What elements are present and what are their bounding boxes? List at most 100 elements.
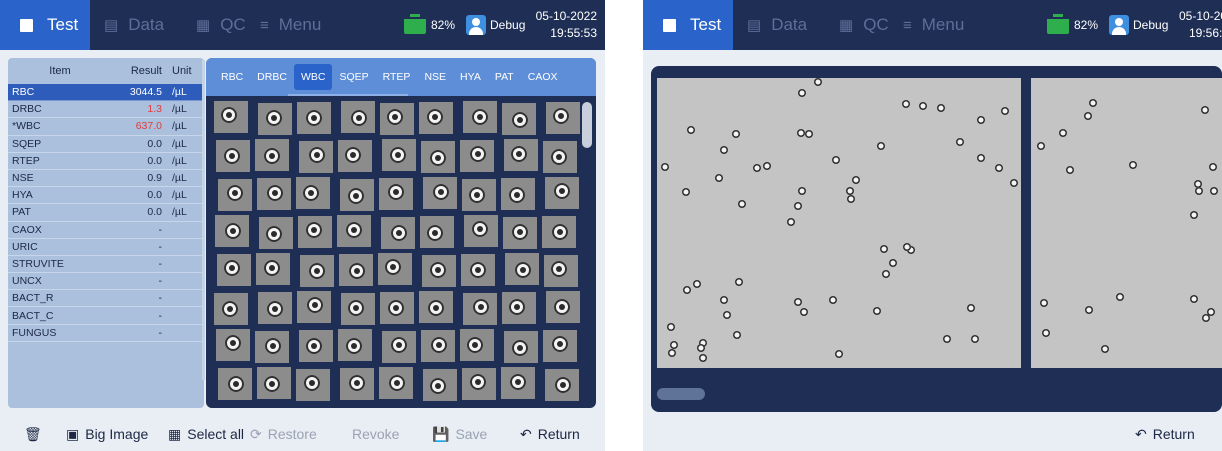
table-row[interactable]: SQEP 0.0/µL [8, 136, 204, 153]
cell-thumbnail[interactable] [504, 331, 538, 363]
cell-thumbnail[interactable] [420, 216, 454, 248]
cell-thumbnail[interactable] [460, 140, 494, 172]
cell-thumbnail[interactable] [255, 331, 289, 363]
cell-thumbnail[interactable] [464, 215, 498, 247]
cell-thumbnail[interactable] [340, 179, 374, 211]
cell-thumbnail[interactable] [419, 291, 453, 323]
cell-thumbnail[interactable] [257, 178, 291, 210]
cell-thumbnail[interactable] [502, 103, 536, 135]
cell-thumbnail[interactable] [258, 103, 292, 135]
cell-thumbnail[interactable] [545, 177, 579, 209]
category-tab-hya[interactable]: HYA [453, 64, 488, 90]
table-row[interactable]: HYA 0.0/µL [8, 187, 204, 205]
cell-thumbnail[interactable] [218, 179, 252, 211]
tab-test[interactable]: Test [643, 0, 733, 50]
tab-data[interactable]: ▤ Data [747, 0, 807, 50]
tab-menu[interactable]: ≡ Menu [903, 0, 964, 50]
cell-thumbnail[interactable] [380, 103, 414, 135]
select-all-button[interactable]: ▦ Select all [168, 426, 244, 443]
cell-thumbnail[interactable] [423, 369, 457, 401]
cell-thumbnail[interactable] [423, 177, 457, 209]
microscope-image[interactable] [1031, 78, 1222, 368]
return-button[interactable]: ↶ Return [1135, 426, 1195, 443]
grid-scrollbar[interactable] [582, 102, 592, 148]
table-row[interactable]: FUNGUS - [8, 325, 204, 342]
cell-thumbnail[interactable] [382, 331, 416, 363]
viewer-scrollbar[interactable] [657, 388, 705, 400]
table-row[interactable]: BACT_R - [8, 290, 204, 308]
cell-thumbnail[interactable] [299, 141, 333, 173]
cell-thumbnail[interactable] [381, 217, 415, 249]
table-row[interactable]: RBC 3044.5/µL [8, 84, 204, 102]
cell-thumbnail[interactable] [503, 217, 537, 249]
cell-thumbnail[interactable] [216, 329, 250, 361]
cell-thumbnail[interactable] [546, 291, 580, 323]
tab-menu[interactable]: ≡ Menu [260, 0, 321, 50]
cell-thumbnail[interactable] [296, 369, 330, 401]
cell-thumbnail[interactable] [379, 367, 413, 399]
table-row[interactable]: *WBC 637.0/µL [8, 118, 204, 136]
cell-thumbnail[interactable] [546, 102, 580, 134]
cell-thumbnail[interactable] [214, 293, 248, 325]
table-row[interactable]: URIC - [8, 239, 204, 256]
category-tab-rbc[interactable]: RBC [214, 64, 250, 90]
table-row[interactable]: PAT 0.0/µL [8, 204, 204, 222]
cell-thumbnail[interactable] [543, 330, 577, 362]
return-button[interactable]: ↶ Return [520, 426, 580, 443]
restore-button[interactable]: ⟳ Restore [250, 426, 317, 443]
table-row[interactable]: NSE 0.9/µL [8, 170, 204, 188]
revoke-button[interactable]: Revoke [352, 426, 399, 442]
table-row[interactable]: DRBC 1.3/µL [8, 101, 204, 119]
cell-thumbnail[interactable] [296, 177, 330, 209]
category-tab-caox[interactable]: CAOX [521, 64, 565, 90]
cell-thumbnail[interactable] [379, 178, 413, 210]
cell-thumbnail[interactable] [421, 141, 455, 173]
cell-thumbnail[interactable] [297, 102, 331, 134]
cell-thumbnail[interactable] [460, 329, 494, 361]
cell-thumbnail[interactable] [214, 101, 248, 133]
cell-thumbnail[interactable] [255, 139, 289, 171]
cell-thumbnail[interactable] [501, 367, 535, 399]
cell-thumbnail[interactable] [504, 139, 538, 171]
cell-thumbnail[interactable] [338, 329, 372, 361]
microscope-image[interactable] [657, 78, 1021, 368]
cell-thumbnail[interactable] [542, 216, 576, 248]
tab-data[interactable]: ▤ Data [104, 0, 164, 50]
cell-thumbnail[interactable] [217, 254, 251, 286]
category-tabs-scrollbar[interactable] [288, 94, 408, 96]
cell-thumbnail[interactable] [502, 292, 536, 324]
cell-thumbnail[interactable] [422, 255, 456, 287]
big-image-button[interactable]: ▣ Big Image [66, 426, 148, 443]
cell-thumbnail[interactable] [339, 254, 373, 286]
category-tab-wbc[interactable]: WBC [293, 64, 333, 90]
cell-thumbnail[interactable] [216, 140, 250, 172]
cell-thumbnail[interactable] [218, 368, 252, 400]
category-tab-drbc[interactable]: DRBC [250, 64, 294, 90]
cell-thumbnail[interactable] [257, 367, 291, 399]
table-row[interactable]: UNCX - [8, 273, 204, 291]
category-tab-pat[interactable]: PAT [488, 64, 521, 90]
table-row[interactable]: CAOX - [8, 222, 204, 239]
delete-button[interactable]: 🗑 [24, 426, 48, 443]
cell-thumbnail[interactable] [297, 291, 331, 323]
cell-thumbnail[interactable] [378, 253, 412, 285]
cell-thumbnail[interactable] [501, 178, 535, 210]
cell-thumbnail[interactable] [544, 255, 578, 287]
category-tab-sqep[interactable]: SQEP [332, 64, 375, 90]
tab-qc[interactable]: ▦ QC [196, 0, 246, 50]
cell-thumbnail[interactable] [463, 101, 497, 133]
save-button[interactable]: 💾 Save [432, 426, 487, 443]
cell-thumbnail[interactable] [380, 292, 414, 324]
cell-thumbnail[interactable] [419, 102, 453, 134]
cell-thumbnail[interactable] [545, 369, 579, 401]
cell-thumbnail[interactable] [298, 216, 332, 248]
cell-thumbnail[interactable] [505, 253, 539, 285]
cell-thumbnail[interactable] [461, 254, 495, 286]
results-scrollbar[interactable] [202, 60, 205, 380]
cell-thumbnail[interactable] [463, 293, 497, 325]
cell-thumbnail[interactable] [258, 292, 292, 324]
table-row[interactable]: RTEP 0.0/µL [8, 153, 204, 170]
cell-thumbnail[interactable] [462, 179, 496, 211]
category-tab-rtep[interactable]: RTEP [376, 64, 418, 90]
cell-thumbnail[interactable] [215, 215, 249, 247]
